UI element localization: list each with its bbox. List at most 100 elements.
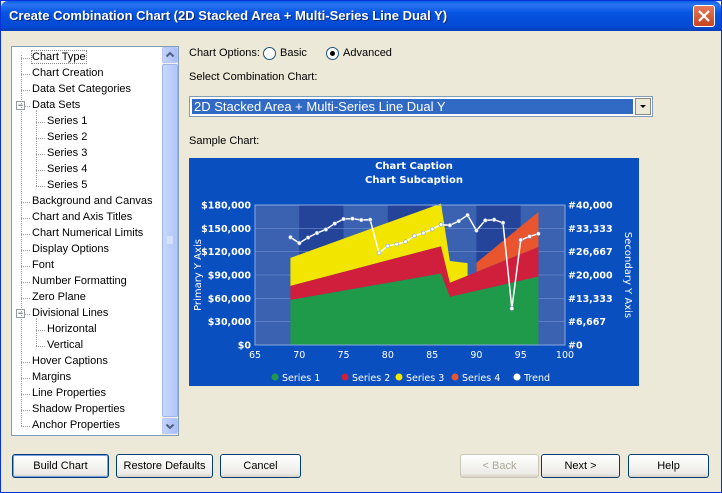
legend-label: Series 4 — [462, 373, 500, 384]
legend-marker — [451, 373, 459, 381]
y2-tick-label: #26,667 — [568, 247, 613, 258]
tree-item[interactable]: Series 2 — [47, 130, 87, 145]
legend-marker — [395, 373, 403, 381]
tree-item-label: Chart and Axis Titles — [32, 211, 133, 223]
tree-item-label: Series 5 — [47, 179, 88, 191]
tree-item[interactable]: Background and Canvas — [32, 194, 152, 209]
advanced-radio[interactable] — [326, 47, 339, 60]
next-button[interactable]: Next > — [541, 454, 620, 478]
tree-item[interactable]: Margins — [32, 370, 71, 385]
trend-point — [288, 234, 293, 240]
tree-item-label: Vertical — [47, 339, 84, 351]
basic-label[interactable]: Basic — [280, 47, 307, 59]
tree-item-label: Data Set Categories — [32, 83, 132, 95]
dropdown-button[interactable] — [635, 98, 651, 115]
tree-connector — [36, 154, 45, 155]
combination-chart-value: 2D Stacked Area + Multi-Series Line Dual… — [192, 99, 633, 114]
y-tick-label: $120,000 — [201, 247, 251, 258]
back-button[interactable]: < Back — [460, 454, 539, 478]
tree-item[interactable]: Chart Creation — [32, 66, 104, 81]
combination-chart-select[interactable]: 2D Stacked Area + Multi-Series Line Dual… — [189, 96, 653, 117]
tree-item-label: Series 2 — [47, 131, 88, 143]
tree-item-label: Chart Creation — [32, 67, 104, 79]
tree-item[interactable]: Hover Captions — [32, 354, 108, 369]
y2-tick-label: #6,667 — [568, 317, 606, 328]
tree-item[interactable]: Horizontal — [47, 322, 97, 337]
basic-radio[interactable] — [263, 47, 276, 60]
y2-axis-title: Secondary Y Axis — [622, 232, 633, 318]
legend-marker — [341, 373, 349, 381]
y-tick-label: $150,000 — [201, 224, 251, 235]
tree-connector — [21, 298, 30, 299]
trend-point — [527, 234, 532, 239]
tree-item[interactable]: Number Formatting — [32, 274, 127, 289]
close-button[interactable] — [693, 5, 715, 27]
scroll-down-button[interactable] — [162, 418, 178, 434]
cancel-button[interactable]: Cancel — [220, 454, 301, 478]
tree-item[interactable]: Series 1 — [47, 114, 87, 129]
tree-scrollbar[interactable] — [162, 47, 178, 435]
x-tick-label: 100 — [556, 350, 574, 361]
restore-defaults-button[interactable]: Restore Defaults — [116, 454, 213, 478]
chevron-up-icon — [165, 51, 175, 58]
y-tick-label: $60,000 — [208, 294, 252, 305]
trend-point — [350, 216, 355, 221]
tree-connector — [21, 202, 30, 203]
tree-item[interactable]: Series 4 — [47, 162, 87, 177]
trend-point — [367, 217, 373, 222]
x-tick-label: 95 — [515, 350, 527, 361]
settings-tree[interactable]: Chart Type Chart Creation Data Set Categor… — [11, 46, 179, 436]
tree-item[interactable]: Line Properties — [32, 386, 106, 401]
build-chart-button[interactable]: Build Chart — [12, 454, 109, 478]
legend-label: Series 2 — [352, 373, 390, 384]
tree-item[interactable]: Anchor Properties — [32, 418, 120, 433]
tree-connector — [21, 410, 30, 411]
tree-connector — [36, 110, 37, 186]
trend-point — [403, 239, 408, 244]
tree-connector — [21, 55, 22, 426]
legend-label: Series 1 — [282, 373, 320, 384]
tree-item-label: Chart Numerical Limits — [32, 227, 144, 239]
trend-point — [429, 226, 435, 232]
tree-item-label: Zero Plane — [32, 291, 86, 303]
tree-item-label: Anchor Properties — [32, 419, 121, 431]
tree-item-label: Margins — [32, 371, 72, 383]
tree-item[interactable]: Series 5 — [47, 178, 87, 193]
y2-tick-label: #40,000 — [568, 201, 613, 212]
tree-item[interactable]: Chart Type — [31, 50, 87, 65]
trend-point — [412, 233, 417, 239]
tree-item[interactable]: Chart Numerical Limits — [32, 226, 143, 241]
tree-item[interactable]: Shadow Properties — [32, 402, 125, 417]
x-tick-label: 65 — [249, 350, 261, 361]
y2-tick-label: #13,333 — [568, 294, 613, 305]
scroll-up-button[interactable] — [162, 47, 178, 63]
tree-item[interactable]: Zero Plane — [32, 290, 86, 305]
restore-defaults-label: Restore Defaults — [123, 460, 206, 472]
help-button[interactable]: Help — [628, 454, 709, 478]
tree-item[interactable]: Vertical — [47, 338, 83, 353]
trend-point — [447, 223, 453, 228]
advanced-label[interactable]: Advanced — [343, 47, 392, 59]
tree-connector — [36, 122, 45, 123]
tree-connector — [21, 282, 30, 283]
tree-item-label: Horizontal — [47, 323, 97, 335]
tree-item[interactable]: Font — [32, 258, 54, 273]
y-axis-title: Primary Y Axis — [193, 239, 204, 311]
tree-item-label: Shadow Properties — [32, 403, 125, 415]
trend-point — [456, 218, 461, 224]
sample-chart: $0 $30,000 $60,000 $90,000 $120,000 $150,000 $… — [189, 158, 639, 386]
chart-subtitle: Chart Subcaption — [365, 175, 463, 186]
tree-item-label: Hover Captions — [32, 355, 108, 367]
title-bar[interactable]: Create Combination Chart (2D Stacked Are… — [1, 1, 721, 31]
x-tick-label: 70 — [293, 350, 305, 361]
tree-item[interactable]: Series 3 — [47, 146, 87, 161]
tree-item-label: Background and Canvas — [32, 195, 153, 207]
tree-item[interactable]: Data Set Categories — [32, 82, 131, 97]
tree-item[interactable]: Data Sets — [32, 98, 80, 113]
tree-item[interactable]: Display Options — [32, 242, 109, 257]
x-tick-label: 90 — [470, 350, 482, 361]
scroll-thumb[interactable] — [162, 64, 178, 417]
tree-item[interactable]: Chart and Axis Titles — [32, 210, 132, 225]
trend-point — [536, 231, 541, 236]
tree-item[interactable]: Divisional Lines — [32, 306, 108, 321]
